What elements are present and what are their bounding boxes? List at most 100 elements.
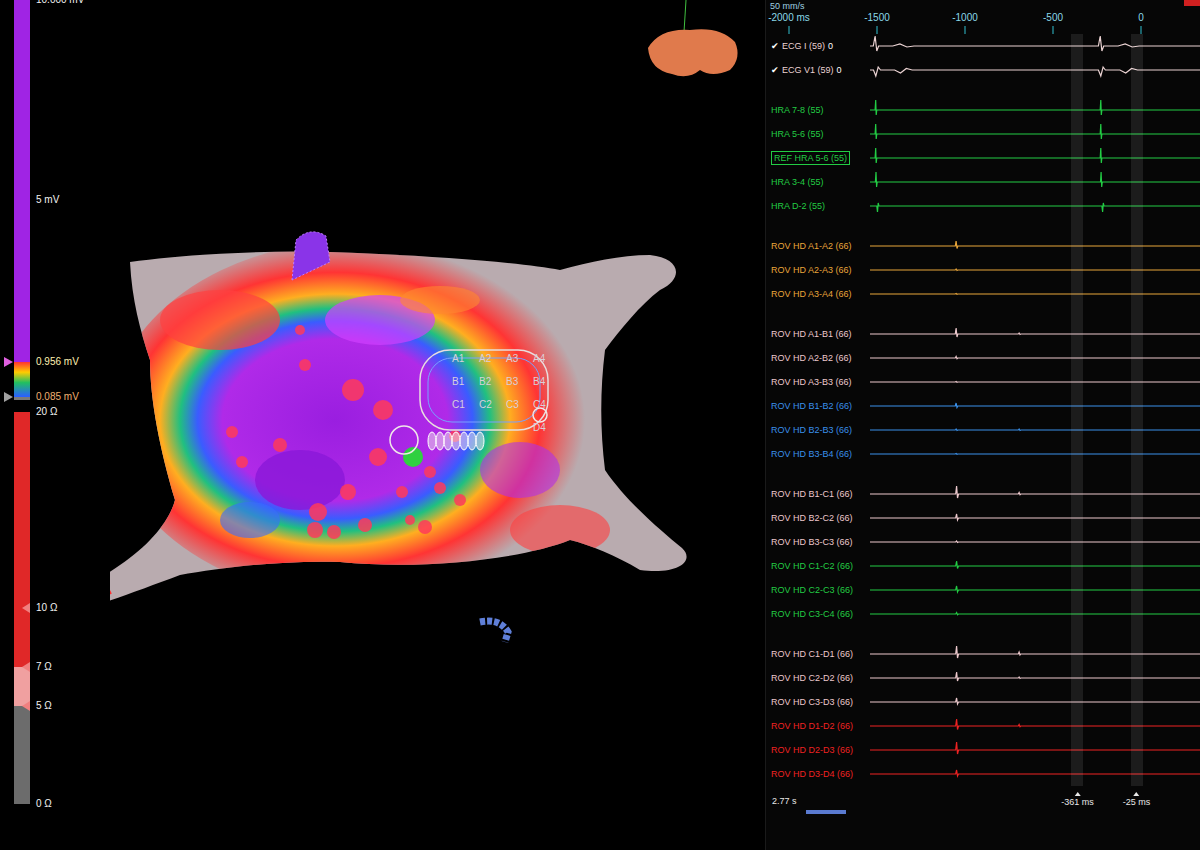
time-tick: -1500 [864,12,890,23]
lesion-dot[interactable] [307,522,323,538]
lesion-dot[interactable] [369,448,387,466]
channel-label[interactable]: ROV HD B2-C2 (66) [766,512,870,524]
lesion-dot[interactable] [340,484,356,500]
channel-label[interactable]: ROV HD D3-D4 (66) [766,768,870,780]
channel-label[interactable]: ROV HD B3-C3 (66) [766,536,870,548]
lesion-dot[interactable] [434,482,446,494]
channel-label[interactable]: ROV HD C1-D1 (66) [766,648,870,660]
channel-label[interactable]: ROV HD D2-D3 (66) [766,744,870,756]
time-axis: 50 mm/s-2000 ms-1500-1000-5000 [766,0,1200,34]
time-window-band[interactable] [1071,34,1083,786]
catheter-grid[interactable]: A1A2A3A4B1B2B3B4C1C2C3C4D4 [390,350,548,454]
voltage-bar[interactable] [14,0,30,400]
time-marker[interactable]: -25 ms [1123,792,1151,808]
channel-label[interactable]: ROV HD B1-B2 (66) [766,400,870,412]
lesion-dot[interactable] [273,438,287,452]
electrode-label: A4 [533,353,546,364]
lesion-dot[interactable] [424,466,436,478]
signal-trace [870,642,1200,666]
voltage-label: 5 mV [36,194,59,206]
signal-panel: 50 mm/s-2000 ms-1500-1000-5000✔ECG I (59… [765,0,1200,850]
signal-trace [870,602,1200,626]
appendage[interactable] [292,232,330,280]
lesion-dot[interactable] [373,400,393,420]
mapping-screen: 10.000 mV5 mV0.956 mV0.085 mV 20 Ω10 Ω7 Ω… [0,0,1200,850]
time-marker[interactable]: -361 ms [1061,792,1094,808]
electrode-label: C3 [506,399,519,410]
channel-label[interactable]: ROV HD A3-B3 (66) [766,376,870,388]
time-window-band[interactable] [1131,34,1143,786]
lesion-dot[interactable] [396,486,408,498]
lesion-dot[interactable] [418,520,432,534]
signal-trace [870,98,1200,122]
threshold-marker-icon[interactable] [22,662,30,672]
lesion-dot[interactable] [226,426,238,438]
signal-trace [870,762,1200,786]
lesion-dot[interactable] [405,515,415,525]
signal-trace [870,530,1200,554]
channel-label[interactable]: ROV HD A3-A4 (66) [766,288,870,300]
visible-check-icon[interactable]: ✔ [771,64,779,76]
signal-trace [870,666,1200,690]
lesion-dot[interactable] [236,456,248,468]
channel-label[interactable]: ROV HD C3-D3 (66) [766,696,870,708]
channel-label[interactable]: ROV HD A2-A3 (66) [766,264,870,276]
threshold-marker-icon[interactable] [4,357,13,367]
channel-label[interactable]: HRA 5-6 (55) [766,128,870,140]
threshold-marker-icon[interactable] [22,603,30,613]
catheter-icon[interactable] [480,621,508,642]
orientation-icon[interactable] [648,29,738,76]
lesion-dot[interactable] [295,325,305,335]
channel-label[interactable]: ROV HD A1-A2 (66) [766,240,870,252]
electrode-label: B2 [479,376,492,387]
lesion-dot[interactable] [342,379,364,401]
atrium-map[interactable]: A1A2A3A4B1B2B3B4C1C2C3C4D4 [110,0,765,850]
channel-label[interactable]: HRA 3-4 (55) [766,176,870,188]
channel-label[interactable]: ROV HD B1-C1 (66) [766,488,870,500]
channel-label[interactable]: ROV HD B3-B4 (66) [766,448,870,460]
signal-trace [870,146,1200,170]
channel-label[interactable]: ROV HD B2-B3 (66) [766,424,870,436]
channel-label[interactable]: ROV HD C2-C3 (66) [766,584,870,596]
lesion-dot[interactable] [309,503,327,521]
impedance-label: 5 Ω [36,700,52,712]
channel-label[interactable]: ROV HD A2-B2 (66) [766,352,870,364]
visible-check-icon[interactable]: ✔ [771,40,779,52]
voltage-overlay [110,240,610,600]
time-tick: -1000 [952,12,978,23]
signal-trace [870,234,1200,258]
signal-trace [870,394,1200,418]
time-tick: -2000 ms [768,12,810,23]
impedance-label: 10 Ω [36,602,57,614]
channel-label[interactable]: HRA 7-8 (55) [766,104,870,116]
channel-label[interactable]: ✔ECG I (59)0 [766,40,870,52]
map-canvas[interactable]: A1A2A3A4B1B2B3B4C1C2C3C4D4 [110,0,765,850]
lesion-dot[interactable] [454,494,466,506]
lesion-dot[interactable] [327,525,341,539]
channel-label[interactable]: ROV HD C3-C4 (66) [766,608,870,620]
channel-label[interactable]: REF HRA 5-6 (55) [766,151,870,165]
time-tick: -500 [1043,12,1063,23]
channel-label[interactable]: ✔ECG V1 (59)0 [766,64,870,76]
signal-trace [870,482,1200,506]
scroll-thumb[interactable] [806,810,846,814]
voltage-scale[interactable]: 10.000 mV5 mV0.956 mV0.085 mV [0,0,110,400]
lesion-dot[interactable] [299,359,311,371]
signal-trace [870,322,1200,346]
signal-trace [870,738,1200,762]
trace-list: ✔ECG I (59)0 ✔ECG V1 (59)0 HRA 7-8 (55) HRA… [766,34,1200,786]
lesion-dot[interactable] [358,518,372,532]
signal-trace [870,554,1200,578]
impedance-scale[interactable]: 20 Ω10 Ω7 Ω5 Ω0 Ω [0,412,110,804]
sweep-speed[interactable]: 50 mm/s [770,1,805,11]
threshold-marker-icon[interactable] [4,392,13,402]
caret-icon [1074,792,1080,796]
channel-label[interactable]: HRA D-2 (55) [766,200,870,212]
channel-label[interactable]: ROV HD A1-B1 (66) [766,328,870,340]
channel-label[interactable]: ROV HD C1-C2 (66) [766,560,870,572]
signal-trace [870,714,1200,738]
channel-label[interactable]: ROV HD D1-D2 (66) [766,720,870,732]
channel-label[interactable]: ROV HD C2-D2 (66) [766,672,870,684]
threshold-marker-icon[interactable] [22,701,30,711]
electrode-label: C4 [533,399,546,410]
